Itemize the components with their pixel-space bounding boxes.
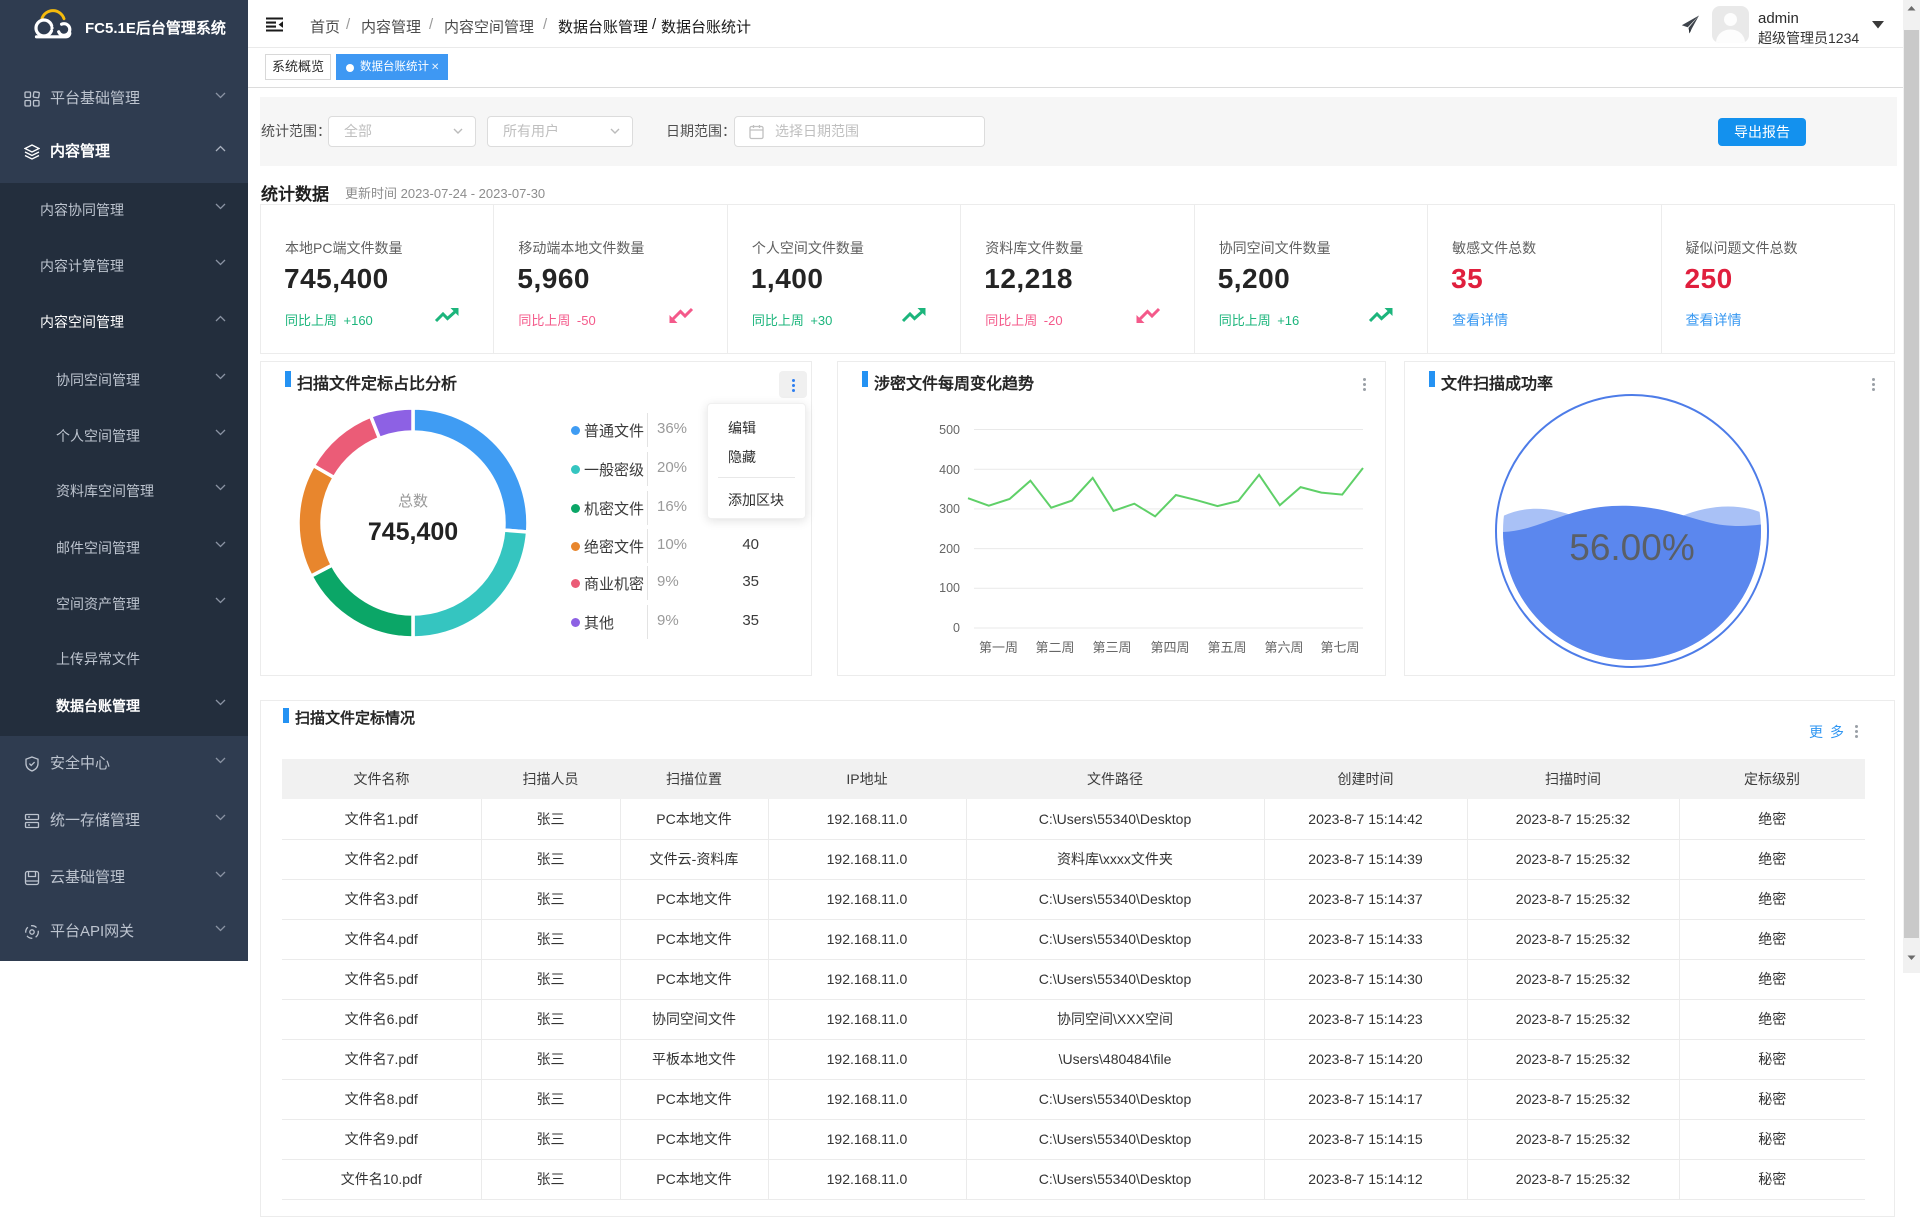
svg-text:100: 100	[939, 581, 960, 595]
svg-text:400: 400	[939, 463, 960, 477]
svg-text:745,400: 745,400	[368, 518, 458, 546]
svg-text:0: 0	[953, 621, 960, 635]
svg-text:第五周: 第五周	[1207, 640, 1246, 655]
svg-text:56.00%: 56.00%	[1569, 527, 1695, 568]
svg-text:总数: 总数	[398, 493, 428, 510]
svg-text:300: 300	[939, 502, 960, 516]
svg-text:第一周: 第一周	[979, 640, 1018, 655]
svg-text:第四周: 第四周	[1150, 640, 1189, 655]
svg-text:200: 200	[939, 542, 960, 556]
svg-text:第二周: 第二周	[1035, 640, 1074, 655]
svg-text:500: 500	[939, 423, 960, 437]
svg-text:第三周: 第三周	[1092, 640, 1131, 655]
svg-text:第七周: 第七周	[1320, 640, 1359, 655]
svg-text:第六周: 第六周	[1264, 640, 1303, 655]
